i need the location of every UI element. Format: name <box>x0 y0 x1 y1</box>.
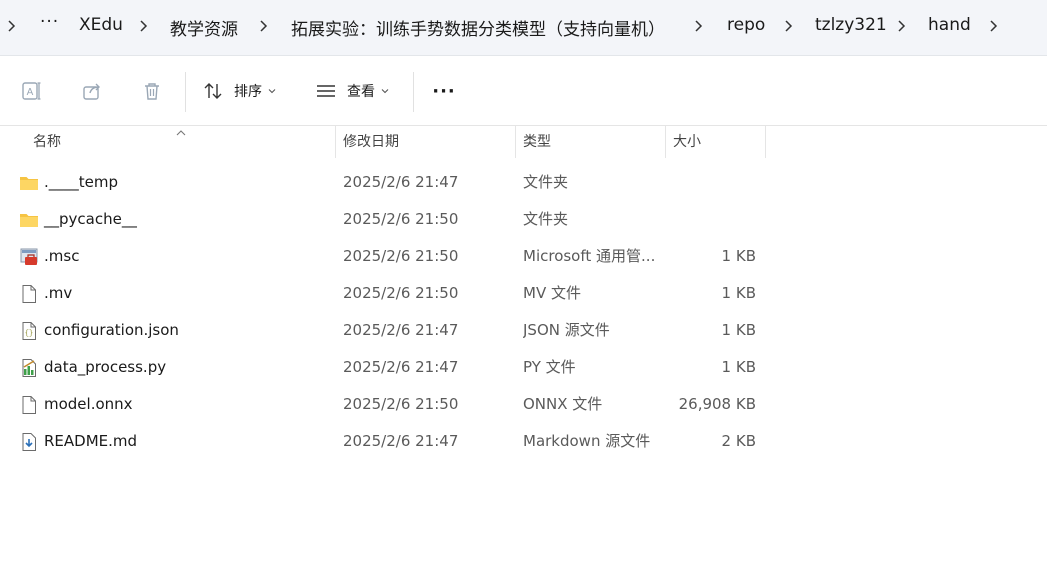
file-name: configuration.json <box>44 321 179 339</box>
file-name: .mv <box>44 284 73 302</box>
column-size[interactable]: 大小 <box>665 126 765 158</box>
svg-text:{}: {} <box>25 330 33 338</box>
json-file-icon: {} <box>19 321 39 341</box>
file-row[interactable]: README.md 2025/2/6 21:47 Markdown 源文件 2 … <box>0 423 1047 460</box>
file-icon <box>19 284 39 304</box>
file-type: Markdown 源文件 <box>523 432 651 450</box>
msc-icon <box>19 247 39 267</box>
file-size: 1 KB <box>721 247 756 265</box>
breadcrumb-item-xedu[interactable]: XEdu <box>79 15 123 35</box>
trash-icon <box>141 80 163 102</box>
breadcrumb-more[interactable]: ··· <box>40 12 59 32</box>
folder-icon <box>19 173 39 193</box>
chevron-right-icon[interactable] <box>6 16 18 36</box>
file-row[interactable]: model.onnx 2025/2/6 21:50 ONNX 文件 26,908… <box>0 386 1047 423</box>
list-view-icon <box>315 80 337 102</box>
view-label: 查看 <box>347 84 375 100</box>
column-header: 名称 修改日期 类型 大小 <box>0 126 1047 158</box>
file-name: .msc <box>44 247 80 265</box>
file-row[interactable]: .____temp 2025/2/6 21:47 文件夹 <box>0 164 1047 201</box>
file-type: 文件夹 <box>523 173 569 191</box>
toolbar-divider <box>185 72 186 112</box>
file-size: 1 KB <box>721 321 756 339</box>
chevron-right-icon[interactable] <box>783 16 795 36</box>
rename-button[interactable]: A <box>14 57 50 125</box>
file-icon <box>19 395 39 415</box>
file-date: 2025/2/6 21:47 <box>343 321 459 339</box>
file-size: 1 KB <box>721 358 756 376</box>
breadcrumb-item-hand[interactable]: hand <box>928 15 971 35</box>
breadcrumb-item-repo[interactable]: repo <box>727 15 765 35</box>
chevron-right-icon[interactable] <box>896 16 908 36</box>
file-name: .____temp <box>44 173 119 191</box>
file-type: MV 文件 <box>523 284 581 302</box>
folder-icon <box>19 210 39 230</box>
column-date[interactable]: 修改日期 <box>335 126 515 158</box>
sort-label: 排序 <box>234 84 262 100</box>
python-file-icon <box>19 358 39 378</box>
file-type: PY 文件 <box>523 358 576 376</box>
share-icon <box>81 80 103 102</box>
file-type: Microsoft 通用管... <box>523 247 656 265</box>
file-date: 2025/2/6 21:50 <box>343 210 459 228</box>
file-row[interactable]: data_process.py 2025/2/6 21:47 PY 文件 1 K… <box>0 349 1047 386</box>
column-name[interactable]: 名称 <box>25 126 335 158</box>
file-date: 2025/2/6 21:50 <box>343 284 459 302</box>
markdown-file-icon <box>19 432 39 452</box>
view-button[interactable]: 查看 <box>315 57 403 125</box>
rename-icon: A <box>21 80 43 102</box>
chevron-right-icon[interactable] <box>693 16 705 36</box>
file-row[interactable]: .mv 2025/2/6 21:50 MV 文件 1 KB <box>0 275 1047 312</box>
file-date: 2025/2/6 21:47 <box>343 173 459 191</box>
svg-text:A: A <box>27 87 34 98</box>
delete-button[interactable] <box>134 57 170 125</box>
address-bar[interactable]: ··· XEdu 教学资源 拓展实验：训练手势数据分类模型（支持向量机） rep… <box>0 0 1047 56</box>
chevron-right-icon[interactable] <box>988 16 1000 36</box>
breadcrumb-item-experiment[interactable]: 拓展实验：训练手势数据分类模型（支持向量机） <box>291 15 665 40</box>
breadcrumb-item-tzlzy321[interactable]: tzlzy321 <box>815 15 887 35</box>
chevron-right-icon[interactable] <box>138 16 150 36</box>
sort-icon <box>202 80 224 102</box>
share-button[interactable] <box>74 57 110 125</box>
file-name: __pycache__ <box>44 210 137 228</box>
file-name: README.md <box>44 432 138 450</box>
file-type: JSON 源文件 <box>523 321 610 339</box>
sort-button[interactable]: 排序 <box>202 57 290 125</box>
file-row[interactable]: __pycache__ 2025/2/6 21:50 文件夹 <box>0 201 1047 238</box>
breadcrumb-item-teaching-resources[interactable]: 教学资源 <box>170 15 238 40</box>
file-name: model.onnx <box>44 395 133 413</box>
file-row[interactable]: .msc 2025/2/6 21:50 Microsoft 通用管... 1 K… <box>0 238 1047 275</box>
file-date: 2025/2/6 21:47 <box>343 358 459 376</box>
file-name: data_process.py <box>44 358 167 376</box>
command-bar: A 排序 查看 ··· <box>0 57 1047 126</box>
file-date: 2025/2/6 21:50 <box>343 395 459 413</box>
file-size: 2 KB <box>721 432 756 450</box>
file-row[interactable]: {} configuration.json 2025/2/6 21:47 JSO… <box>0 312 1047 349</box>
toolbar-divider <box>413 72 414 112</box>
chevron-right-icon[interactable] <box>258 16 270 36</box>
chevron-down-icon <box>268 88 276 94</box>
chevron-down-icon <box>381 88 389 94</box>
column-type[interactable]: 类型 <box>515 126 665 158</box>
file-type: ONNX 文件 <box>523 395 603 413</box>
column-divider[interactable] <box>765 126 766 158</box>
file-date: 2025/2/6 21:47 <box>343 432 459 450</box>
file-size: 26,908 KB <box>678 395 756 413</box>
file-type: 文件夹 <box>523 210 569 228</box>
file-date: 2025/2/6 21:50 <box>343 247 459 265</box>
file-size: 1 KB <box>721 284 756 302</box>
more-options-button[interactable]: ··· <box>426 57 462 125</box>
